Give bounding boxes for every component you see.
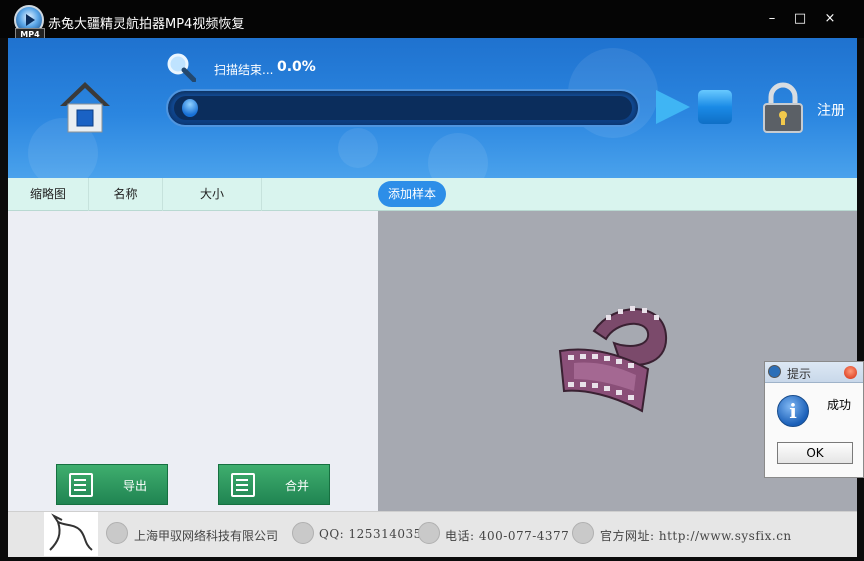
website-link[interactable]: 官方网址: http://www.sysfix.cn: [600, 527, 792, 544]
scan-percent: 0.0%: [277, 59, 316, 75]
company-logo: [44, 512, 98, 556]
lock-icon[interactable]: [762, 82, 804, 134]
ok-button[interactable]: OK: [777, 442, 853, 464]
merge-button-label: 合并: [285, 479, 310, 493]
dialog-app-icon: [768, 365, 781, 378]
column-header-thumbnail[interactable]: 缩略图: [8, 178, 88, 211]
close-button[interactable]: ×: [820, 10, 840, 28]
film-reel-icon: [558, 306, 668, 413]
dialog-message: 成功: [827, 398, 852, 412]
dialog-title-bar: 提示: [765, 362, 863, 383]
scan-progress-bar: [166, 89, 640, 127]
add-sample-button[interactable]: 添加样本: [378, 181, 446, 207]
phone-number: 电话: 400-077-4377: [445, 529, 570, 543]
globe-icon: [572, 522, 594, 544]
file-list-panel[interactable]: 导出 合并: [8, 211, 378, 511]
play-glyph: [26, 14, 35, 26]
window-title: 赤兔大疆精灵航拍器MP4视频恢复: [48, 17, 245, 32]
info-icon: i: [777, 395, 809, 427]
qq-icon: [292, 522, 314, 544]
list-header-bar: 缩略图 名称 大小 添加样本: [8, 178, 857, 211]
play-button[interactable]: [656, 90, 690, 124]
company-name: 上海甲驭网络科技有限公司: [134, 529, 279, 543]
merge-icon: [231, 473, 255, 497]
phone-icon: [418, 522, 440, 544]
stop-button[interactable]: [698, 90, 732, 124]
dialog-title: 提示: [787, 367, 812, 381]
progress-track: [174, 96, 632, 120]
export-button[interactable]: 导出: [56, 464, 168, 505]
column-header-size[interactable]: 大小: [162, 178, 262, 211]
scan-status-label: 扫描结束...: [214, 63, 274, 77]
search-icon: [167, 53, 196, 82]
home-icon[interactable]: [58, 80, 112, 134]
merge-button[interactable]: 合并: [218, 464, 330, 505]
register-label[interactable]: 注册: [817, 100, 845, 120]
export-icon: [69, 473, 93, 497]
column-header-name[interactable]: 名称: [88, 178, 162, 211]
progress-knob: [182, 99, 198, 117]
footer-bar: 上海甲驭网络科技有限公司 QQ: 1253140355 电话: 400-077-…: [8, 511, 857, 557]
qq-number: QQ: 1253140355: [319, 527, 430, 541]
title-bar: MP4 赤兔大疆精灵航拍器MP4视频恢复 – □ ×: [0, 0, 864, 39]
background-bubble: [428, 133, 488, 178]
building-icon: [106, 522, 128, 544]
dialog-close-button[interactable]: [844, 366, 857, 379]
minimize-button[interactable]: –: [762, 10, 782, 28]
message-dialog: 提示 i 成功 OK: [764, 361, 864, 478]
header-panel: 扫描结束... 0.0% 注册: [8, 38, 857, 178]
maximize-button[interactable]: □: [790, 10, 810, 28]
export-button-label: 导出: [123, 479, 148, 493]
app-icon: MP4: [14, 5, 45, 39]
background-bubble: [338, 128, 378, 168]
